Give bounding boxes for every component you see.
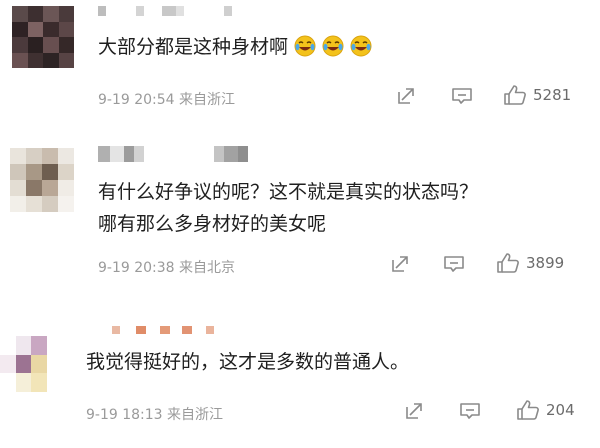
comment-time: 18:13 bbox=[122, 407, 163, 423]
username-pixelated[interactable] bbox=[112, 326, 214, 336]
comment-text: 我觉得挺好的，这才是多数的普通人。 bbox=[86, 346, 409, 378]
comment-button[interactable] bbox=[459, 401, 481, 421]
comment-location: 来自浙江 bbox=[167, 407, 224, 423]
like-button[interactable]: 204 bbox=[516, 399, 575, 421]
like-count: 204 bbox=[546, 401, 575, 419]
comment-date: 9-19 bbox=[86, 407, 118, 423]
comment-item: 我觉得挺好的，这才是多数的普通人。 9-19 18:13 来自浙江 204 bbox=[0, 0, 600, 448]
avatar[interactable] bbox=[0, 336, 62, 392]
comment-text-line: 我觉得挺好的，这才是多数的普通人。 bbox=[86, 351, 410, 373]
share-button[interactable] bbox=[404, 401, 424, 421]
share-icon bbox=[406, 403, 422, 419]
thumbs-up-icon bbox=[517, 400, 539, 420]
comment-meta: 9-19 18:13 来自浙江 bbox=[86, 404, 223, 424]
comment-icon bbox=[460, 403, 480, 419]
